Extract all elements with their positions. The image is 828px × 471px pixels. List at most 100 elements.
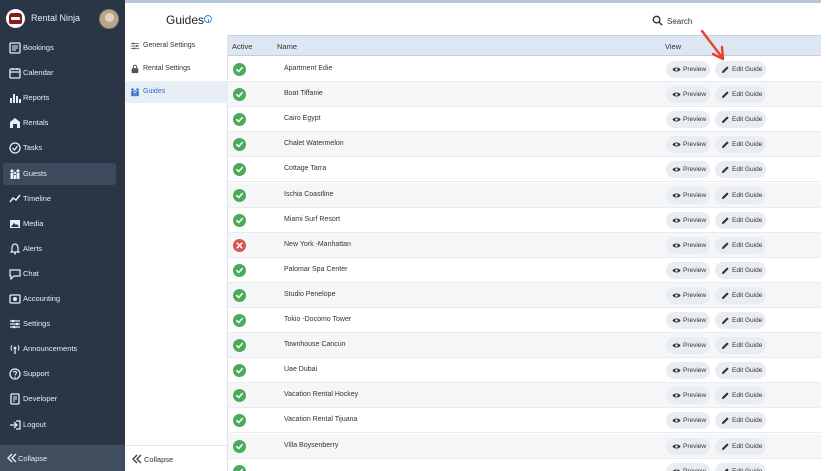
preview-button[interactable]: Preview: [666, 337, 710, 355]
sidebar-item-label: Support: [23, 369, 50, 379]
edit-guide-button[interactable]: Edit Guide: [715, 211, 766, 229]
edit-guide-button[interactable]: Edit Guide: [715, 337, 766, 355]
preview-button[interactable]: Preview: [666, 111, 710, 129]
eye-icon: [672, 469, 681, 471]
sidebar-item-chat[interactable]: Chat: [3, 263, 116, 285]
preview-button[interactable]: Preview: [666, 286, 710, 304]
edit-guide-button[interactable]: Edit Guide: [715, 111, 766, 129]
check-circle-icon[interactable]: [233, 263, 246, 277]
pencil-icon: [721, 417, 729, 425]
preview-button[interactable]: Preview: [666, 211, 710, 229]
pencil-icon: [721, 242, 729, 249]
check-circle-icon[interactable]: [233, 188, 246, 202]
panel-collapse-button[interactable]: Collapse: [125, 445, 228, 471]
check-circle-icon[interactable]: [233, 88, 246, 102]
pencil-icon: [721, 317, 729, 325]
info-icon[interactable]: [204, 15, 212, 23]
chat-icon: [9, 267, 21, 281]
edit-guide-button[interactable]: Edit Guide: [715, 286, 766, 304]
edit-guide-button[interactable]: Edit Guide: [715, 61, 766, 78]
sidebar-item-support[interactable]: Support: [3, 363, 116, 385]
edit-guide-button[interactable]: Edit Guide: [715, 362, 766, 380]
rental-ninja-logo-icon[interactable]: [6, 9, 25, 28]
preview-button[interactable]: Preview: [666, 362, 710, 380]
edit-guide-button[interactable]: Edit Guide: [715, 437, 766, 455]
preview-button[interactable]: Preview: [666, 412, 710, 430]
eye-icon: [672, 368, 681, 373]
check-circle-icon[interactable]: [233, 113, 246, 127]
preview-button-label: Preview: [683, 442, 707, 450]
sidebar-item-reports[interactable]: Reports: [3, 87, 116, 109]
preview-button[interactable]: Preview: [666, 136, 710, 154]
sidebar-item-tasks[interactable]: Tasks: [3, 137, 116, 159]
edit-guide-button[interactable]: Edit Guide: [715, 261, 766, 279]
check-circle-icon[interactable]: [233, 163, 246, 177]
sidebar-item-rentals[interactable]: Rentals: [3, 112, 116, 134]
user-avatar[interactable]: [99, 9, 119, 29]
pencil-icon: [721, 166, 729, 174]
edit-guide-button[interactable]: Edit Guide: [715, 412, 766, 430]
check-circle-icon[interactable]: [233, 439, 246, 453]
preview-button[interactable]: Preview: [666, 312, 710, 329]
sidebar-item-logout[interactable]: Logout: [3, 414, 116, 436]
sidebar-item-developer[interactable]: Developer: [3, 388, 116, 410]
table-row: Ischia Coastline Preview Edit Guide: [228, 182, 821, 208]
edit-guide-button[interactable]: Edit Guide: [715, 136, 766, 154]
preview-button-label: Preview: [683, 66, 707, 73]
guide-name: Apartment Edie: [284, 65, 333, 72]
timeline-icon: [9, 192, 21, 206]
rentals-icon: [9, 116, 21, 130]
guide-name: Miami Surf Resort: [284, 215, 341, 223]
check-circle-icon[interactable]: [233, 389, 246, 403]
edit-guide-button-label: Edit Guide: [732, 216, 763, 224]
edit-guide-button[interactable]: Edit Guide: [715, 86, 766, 104]
settings-menu-item-rental-settings[interactable]: Rental Settings: [125, 58, 228, 80]
preview-button[interactable]: Preview: [666, 61, 710, 78]
search-input[interactable]: [667, 14, 817, 28]
edit-guide-button[interactable]: Edit Guide: [715, 236, 766, 254]
check-circle-icon[interactable]: [233, 314, 246, 327]
sidebar-item-label: Guests: [23, 168, 47, 178]
sidebar-item-announcements[interactable]: Announcements: [3, 338, 116, 360]
column-header-active[interactable]: Active: [232, 42, 252, 51]
pencil-icon: [721, 216, 729, 224]
edit-guide-button[interactable]: Edit Guide: [715, 161, 766, 179]
check-circle-icon[interactable]: [233, 138, 246, 152]
column-header-name[interactable]: Name: [277, 42, 297, 51]
preview-button[interactable]: Preview: [666, 186, 710, 204]
sidebar-item-calendar[interactable]: Calendar: [3, 62, 116, 84]
check-circle-icon[interactable]: [233, 288, 246, 302]
check-circle-icon[interactable]: [233, 213, 246, 227]
settings-menu-item-general-settings[interactable]: General Settings: [125, 35, 228, 57]
edit-guide-button-label: Edit Guide: [732, 166, 763, 174]
edit-guide-button[interactable]: Edit Guide: [715, 462, 766, 471]
sidebar-item-alerts[interactable]: Alerts: [3, 238, 116, 260]
pencil-icon: [721, 342, 729, 350]
preview-button[interactable]: Preview: [666, 261, 710, 279]
x-circle-icon[interactable]: [233, 238, 246, 252]
sidebar-item-media[interactable]: Media: [3, 213, 116, 235]
settings-menu-item-guides[interactable]: Guides: [125, 81, 228, 103]
sidebar-item-bookings[interactable]: Bookings: [3, 37, 116, 59]
edit-guide-button[interactable]: Edit Guide: [715, 387, 766, 405]
pencil-icon: [724, 467, 729, 471]
edit-guide-button[interactable]: Edit Guide: [715, 312, 766, 329]
sidebar-item-accounting[interactable]: Accounting: [3, 288, 116, 310]
check-circle-icon[interactable]: [233, 464, 246, 471]
preview-button[interactable]: Preview: [666, 387, 710, 405]
edit-guide-button[interactable]: Edit Guide: [715, 186, 766, 204]
sidebar-item-label: Calendar: [23, 68, 54, 78]
sidebar-collapse-button[interactable]: Collapse: [0, 445, 125, 471]
check-circle-icon[interactable]: [233, 339, 246, 353]
preview-button[interactable]: Preview: [666, 437, 710, 455]
preview-button[interactable]: Preview: [666, 236, 710, 254]
preview-button[interactable]: Preview: [666, 161, 710, 179]
sidebar-item-timeline[interactable]: Timeline: [3, 188, 116, 210]
sidebar-item-settings[interactable]: Settings: [3, 313, 116, 335]
sidebar-item-guests[interactable]: Guests: [3, 162, 116, 185]
check-circle-icon[interactable]: [233, 414, 246, 428]
preview-button[interactable]: Preview: [666, 462, 710, 471]
check-circle-icon[interactable]: [233, 63, 246, 76]
preview-button[interactable]: Preview: [666, 86, 710, 104]
check-circle-icon[interactable]: [233, 364, 246, 378]
